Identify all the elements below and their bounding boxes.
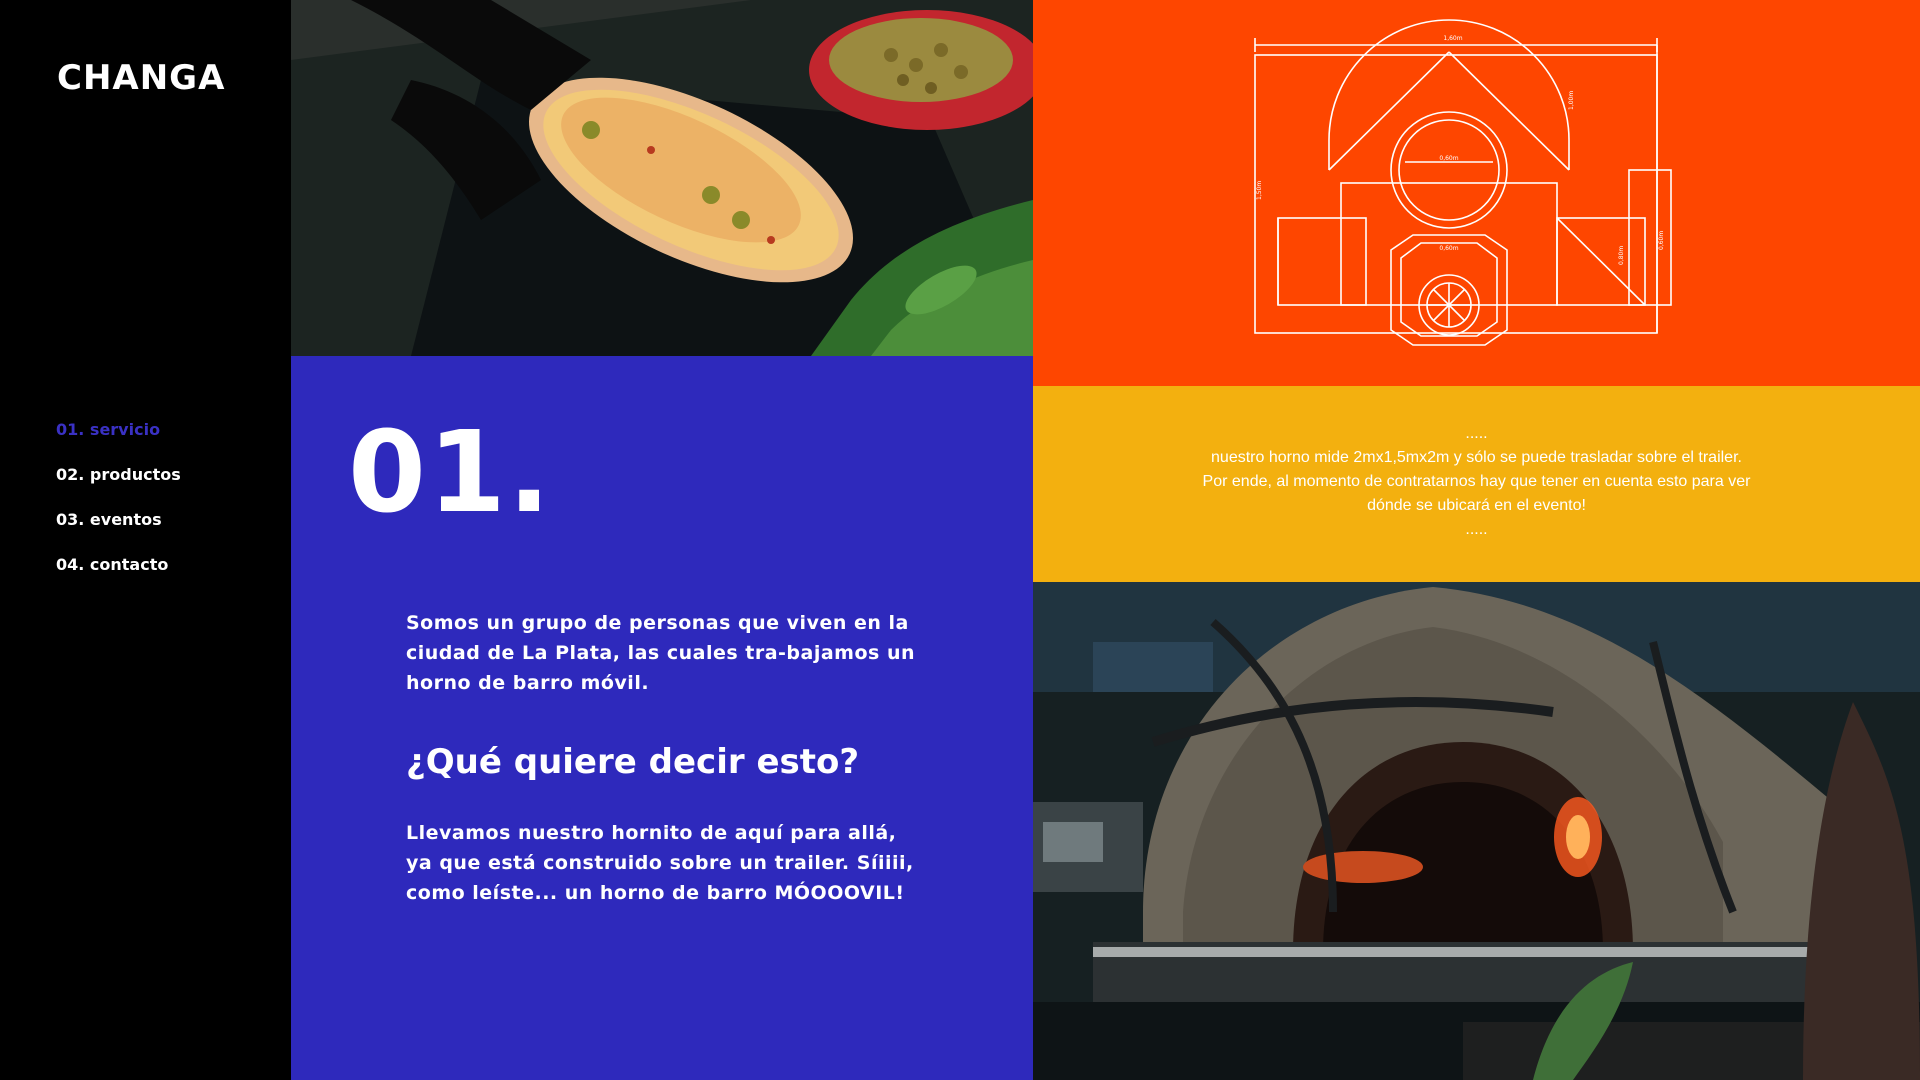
pizza-photo — [291, 0, 1033, 356]
size-note: ..... nuestro horno mide 2mx1,5mx2m y só… — [1033, 422, 1920, 542]
note-line-3: dónde se ubicará en el evento! — [1367, 497, 1586, 514]
service-panel: 01. Somos un grupo de personas que viven… — [291, 356, 1033, 1080]
note-dots-top: ..... — [1465, 425, 1488, 442]
nav-item-contacto[interactable]: 04. contacto — [56, 555, 181, 574]
main-nav: 01. servicio 02. productos 03. eventos 0… — [56, 420, 181, 600]
question-heading: ¿Qué quiere decir esto? — [406, 742, 860, 782]
dim-left-label: 1,50m — [1256, 181, 1263, 200]
blueprint-panel: 1,60m 0,60m 0,80m 0,60m 1,50m 1,00m 0,60… — [1033, 0, 1920, 386]
dim-inner-label: 0,60m — [1439, 155, 1458, 162]
oven-blueprint: 1,60m 0,60m 0,80m 0,60m 1,50m 1,00m 0,60… — [1254, 19, 1672, 346]
brand-logo[interactable]: CHANGA — [57, 58, 225, 98]
note-line-1: nuestro horno mide 2mx1,5mx2m y sólo se … — [1211, 449, 1742, 466]
intro-text: Somos un grupo de personas que viven en … — [406, 612, 916, 694]
dim-lower-label: 0,60m — [1439, 245, 1458, 252]
dim-right-label: 0,80m — [1618, 246, 1625, 265]
detail-text: Llevamos nuestro hornito de aquí para al… — [406, 822, 914, 904]
nav-item-servicio[interactable]: 01. servicio — [56, 420, 181, 439]
section-number: 01. — [348, 408, 553, 538]
oven-photo-illustration — [1033, 582, 1920, 1080]
size-note-panel: ..... nuestro horno mide 2mx1,5mx2m y só… — [1033, 386, 1920, 582]
pizza-photo-illustration — [291, 0, 1033, 356]
note-line-2: Por ende, al momento de contratarnos hay… — [1202, 473, 1751, 490]
dim-far-label: 1,00m — [1568, 91, 1575, 110]
dim-width-label: 1,60m — [1443, 35, 1462, 42]
sidebar: CHANGA 01. servicio 02. productos 03. ev… — [0, 0, 291, 1080]
oven-photo — [1033, 582, 1920, 1080]
nav-item-productos[interactable]: 02. productos — [56, 465, 181, 484]
note-dots-bottom: ..... — [1465, 521, 1488, 538]
nav-item-eventos[interactable]: 03. eventos — [56, 510, 181, 529]
dim-side-label: 0,60m — [1658, 231, 1665, 250]
